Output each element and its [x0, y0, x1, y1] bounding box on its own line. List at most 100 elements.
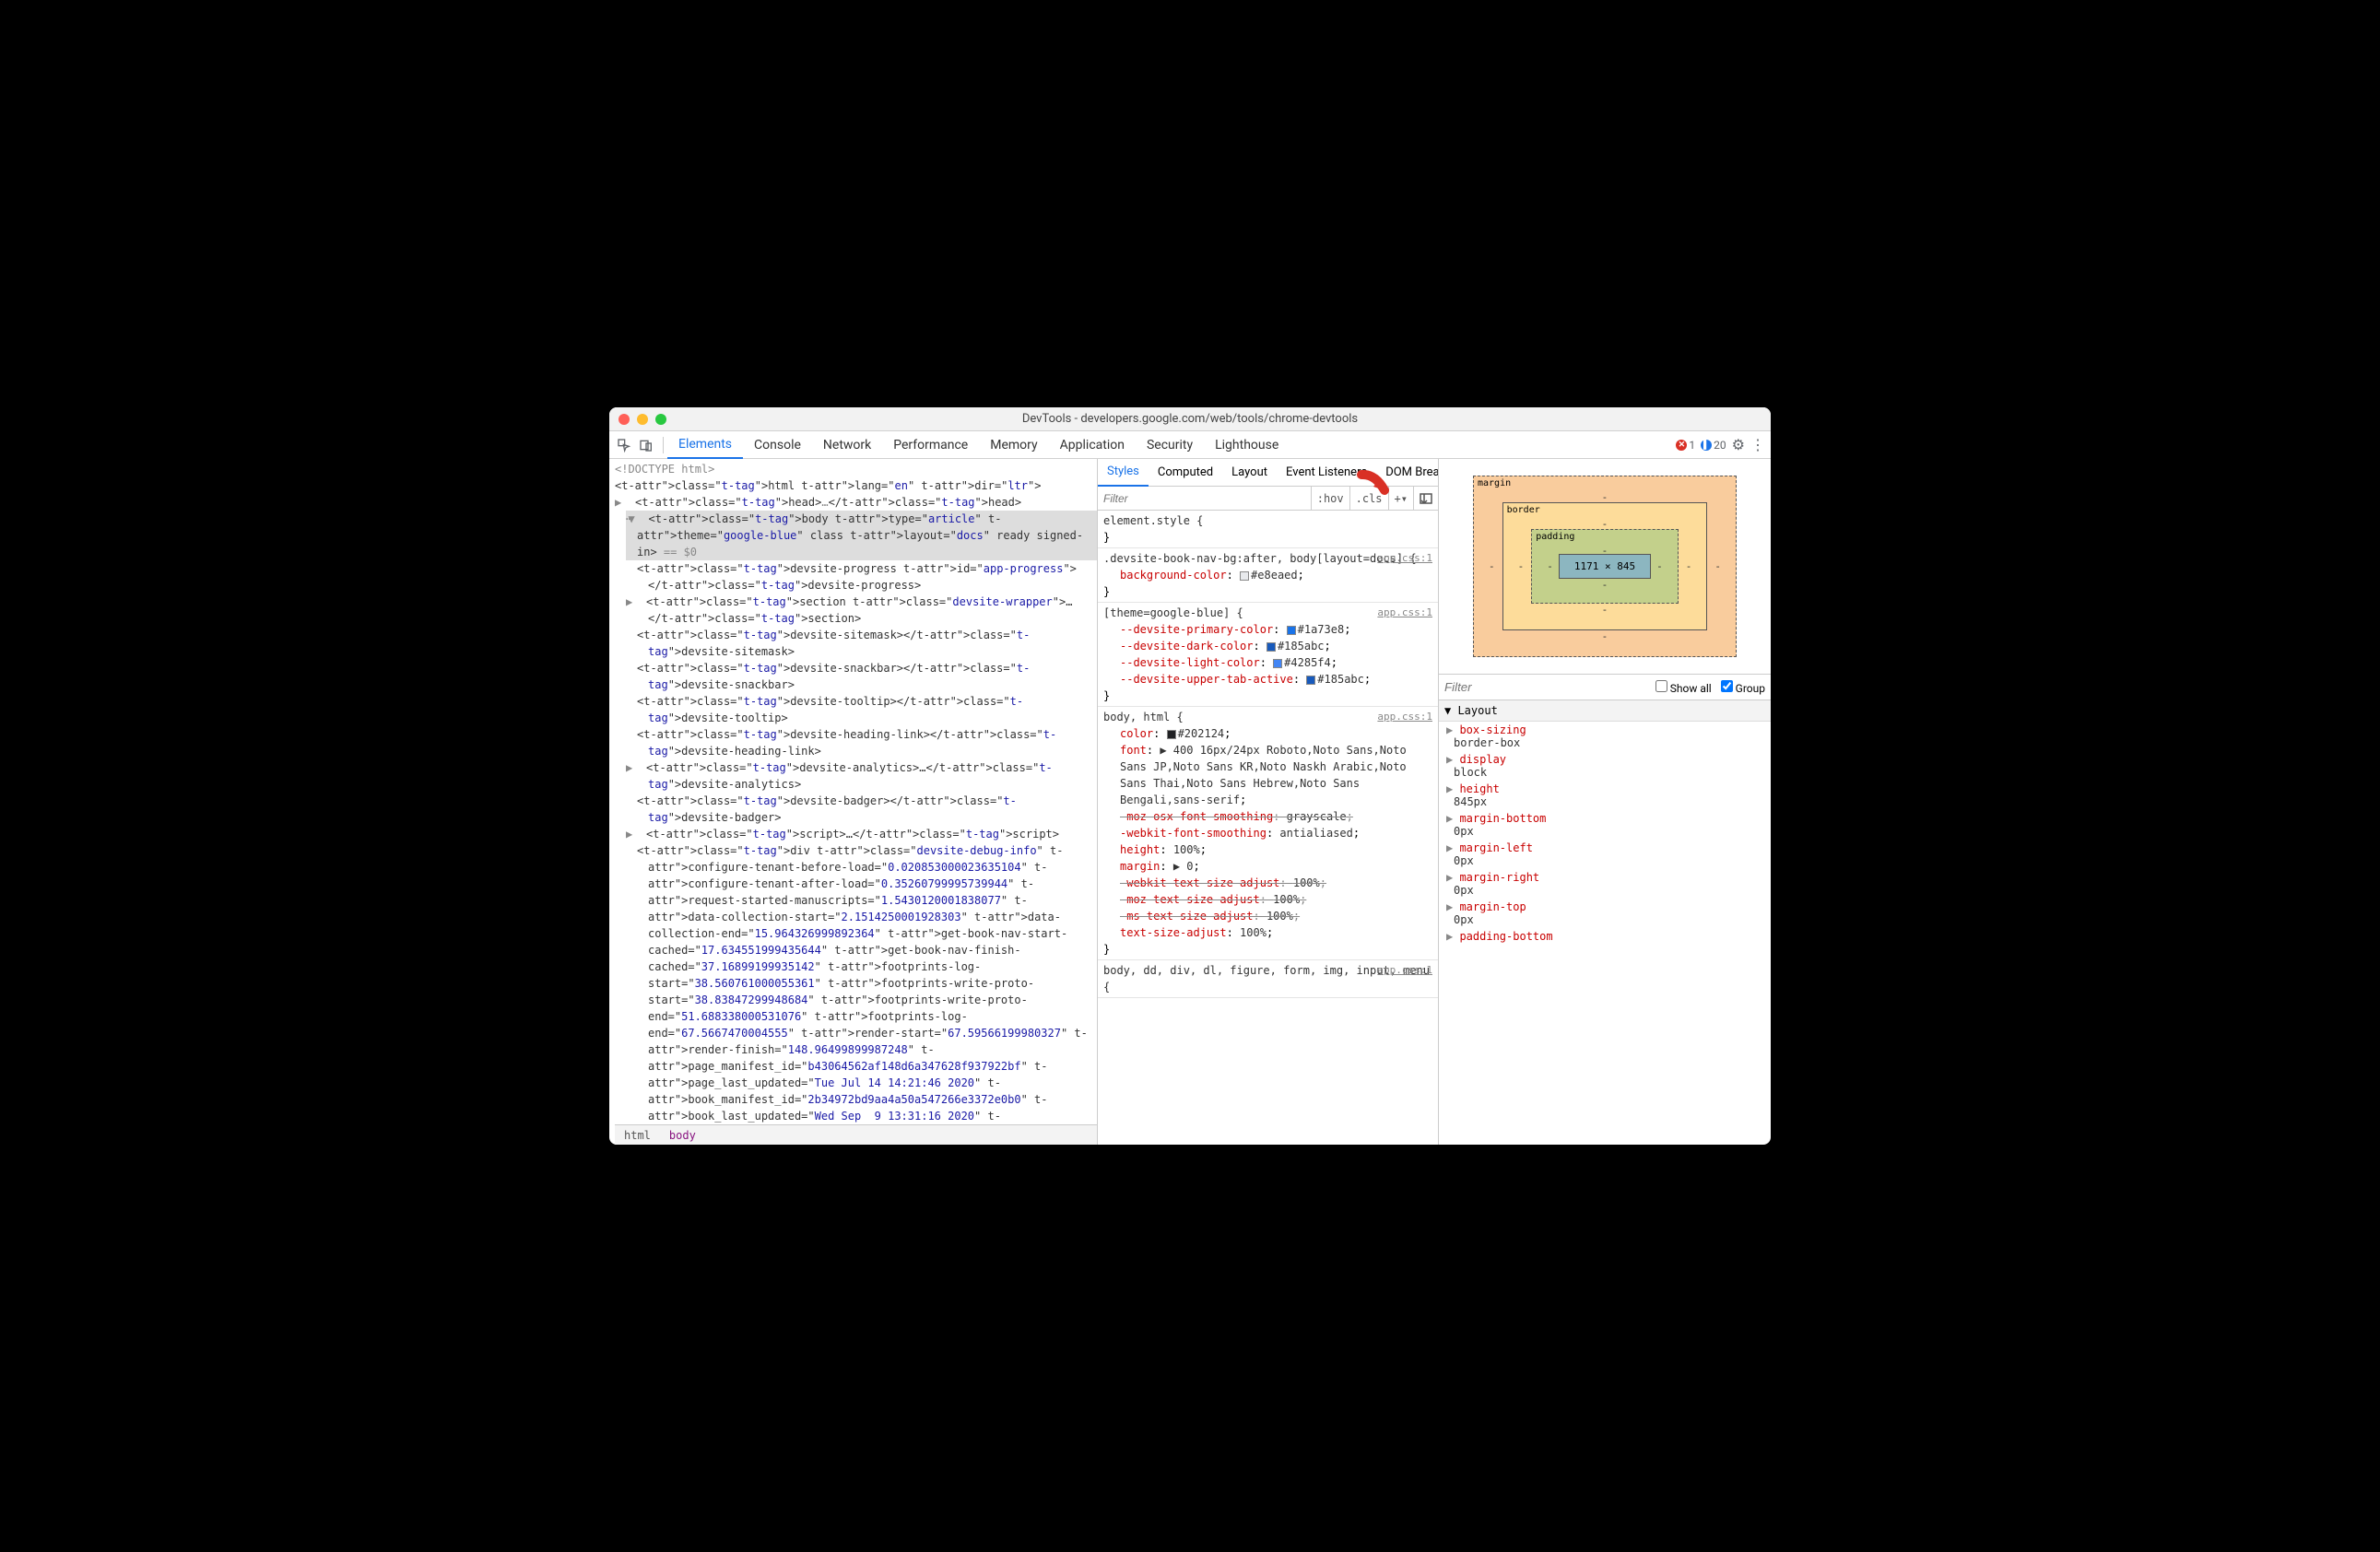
group-checkbox[interactable]: Group: [1721, 680, 1765, 695]
style-declaration[interactable]: text-size-adjust: 100%;: [1103, 924, 1432, 941]
style-declaration[interactable]: height: 100%;: [1103, 841, 1432, 858]
computed-property[interactable]: ▶ displayblock: [1439, 751, 1771, 781]
computed-filter-input[interactable]: [1444, 680, 1646, 694]
tab-application[interactable]: Application: [1049, 431, 1136, 459]
style-declaration[interactable]: -moz-osx-font-smoothing: grayscale;: [1103, 808, 1432, 825]
dom-line[interactable]: ▶<t-attr">class="t-tag">devsite-analytic…: [637, 759, 1097, 793]
style-declaration[interactable]: font: ▶ 400 16px/24px Roboto,Noto Sans,N…: [1103, 742, 1432, 808]
dom-line[interactable]: ▶<t-attr">class="t-tag">head>…</t-attr">…: [626, 494, 1097, 511]
hov-toggle[interactable]: :hov: [1311, 487, 1349, 510]
bm-padding-bottom: -: [1547, 579, 1662, 588]
more-menu-icon[interactable]: ⋮: [1750, 436, 1765, 453]
maximize-window-button[interactable]: [655, 414, 666, 425]
breadcrumb-item[interactable]: html: [615, 1125, 660, 1146]
styles-panel: StylesComputedLayoutEvent ListenersDOM B…: [1098, 459, 1439, 1145]
box-model-margin-label: margin: [1478, 478, 1511, 488]
bm-border-left: -: [1518, 560, 1525, 572]
style-declaration[interactable]: -webkit-text-size-adjust: 100%;: [1103, 875, 1432, 891]
style-declaration[interactable]: margin: ▶ 0;: [1103, 858, 1432, 875]
computed-panel: margin - - border - - padding -: [1439, 459, 1771, 1145]
computed-section-header[interactable]: ▼ Layout: [1439, 700, 1771, 722]
subtab-styles[interactable]: Styles: [1098, 459, 1149, 487]
style-declaration[interactable]: --devsite-light-color: #4285f4;: [1103, 654, 1432, 671]
computed-property[interactable]: ▶ margin-left0px: [1439, 840, 1771, 869]
computed-property[interactable]: ▶ margin-right0px: [1439, 869, 1771, 899]
subtab-computed[interactable]: Computed: [1149, 459, 1222, 487]
style-declaration[interactable]: --devsite-dark-color: #185abc;: [1103, 638, 1432, 654]
bm-margin-bottom: -: [1489, 630, 1721, 641]
bm-border-right: -: [1686, 560, 1692, 572]
dom-line[interactable]: <t-attr">class="t-tag">devsite-badger></…: [637, 793, 1097, 826]
computed-property[interactable]: ▶ box-sizingborder-box: [1439, 722, 1771, 751]
box-model-border-label: border: [1507, 505, 1540, 515]
dom-line[interactable]: <t-attr">class="t-tag">devsite-heading-l…: [637, 726, 1097, 759]
style-rule[interactable]: app.css:1.devsite-book-nav-bg:after, bod…: [1098, 548, 1438, 603]
tab-lighthouse[interactable]: Lighthouse: [1204, 431, 1290, 459]
bm-padding-left: -: [1547, 560, 1553, 572]
dom-line[interactable]: <t-attr">class="t-tag">devsite-tooltip><…: [637, 693, 1097, 726]
style-declaration[interactable]: -ms-text-size-adjust: 100%;: [1103, 908, 1432, 924]
minimize-window-button[interactable]: [637, 414, 648, 425]
message-count: 20: [1714, 439, 1726, 452]
dom-line[interactable]: <t-attr">class="t-tag">devsite-sitemask>…: [637, 627, 1097, 660]
tab-performance[interactable]: Performance: [882, 431, 979, 459]
computed-property[interactable]: ▶ padding-bottom: [1439, 928, 1771, 958]
cls-toggle[interactable]: .cls: [1349, 487, 1388, 510]
error-count-badge[interactable]: ✕ 1: [1676, 439, 1695, 452]
style-rule[interactable]: app.css:1body, html {color: #202124;font…: [1098, 707, 1438, 960]
tab-console[interactable]: Console: [743, 431, 812, 459]
computed-property[interactable]: ▶ margin-bottom0px: [1439, 810, 1771, 840]
new-style-rule-button[interactable]: +▾: [1388, 487, 1413, 510]
style-declaration[interactable]: background-color: #e8eaed;: [1103, 567, 1432, 583]
dom-line[interactable]: <!DOCTYPE html>: [615, 461, 1097, 477]
breadcrumb-item[interactable]: body: [660, 1125, 705, 1146]
computed-filter-bar: Show all Group: [1439, 675, 1771, 700]
inspect-element-icon[interactable]: [615, 436, 633, 454]
rule-source-link[interactable]: app.css:1: [1377, 962, 1432, 979]
device-toggle-icon[interactable]: [637, 436, 655, 454]
tab-elements[interactable]: Elements: [667, 431, 743, 459]
subtab-layout[interactable]: Layout: [1222, 459, 1277, 487]
dom-line[interactable]: <t-attr">class="t-tag">html t-attr">lang…: [615, 477, 1097, 494]
show-all-checkbox[interactable]: Show all: [1655, 680, 1712, 695]
tab-memory[interactable]: Memory: [979, 431, 1048, 459]
styles-filter-input[interactable]: [1098, 490, 1311, 507]
box-model[interactable]: margin - - border - - padding -: [1439, 459, 1771, 675]
breadcrumb[interactable]: htmlbody: [615, 1124, 1097, 1145]
computed-property[interactable]: ▶ height845px: [1439, 781, 1771, 810]
computed-property[interactable]: ▶ margin-top0px: [1439, 899, 1771, 928]
style-declaration[interactable]: color: #202124;: [1103, 725, 1432, 742]
dom-line[interactable]: ▶<t-attr">class="t-tag">section t-attr">…: [637, 594, 1097, 627]
dom-line[interactable]: <t-attr">class="t-tag">devsite-snackbar>…: [637, 660, 1097, 693]
style-declaration[interactable]: --devsite-upper-tab-active: #185abc;: [1103, 671, 1432, 688]
subtab-event-listeners[interactable]: Event Listeners: [1277, 459, 1376, 487]
tab-security[interactable]: Security: [1136, 431, 1204, 459]
close-window-button[interactable]: [619, 414, 630, 425]
subtab-dom-breakpoints[interactable]: DOM Breakpoints: [1376, 459, 1439, 487]
rule-source-link[interactable]: app.css:1: [1377, 709, 1432, 725]
box-model-content: 1171 × 845: [1559, 554, 1651, 579]
dom-line[interactable]: <t-attr">class="t-tag">div t-attr">class…: [637, 842, 1097, 1124]
dom-line[interactable]: ▶<t-attr">class="t-tag">script>…</t-attr…: [637, 826, 1097, 842]
computed-properties[interactable]: ▼ Layout ▶ box-sizingborder-box▶ display…: [1439, 700, 1771, 1145]
style-declaration[interactable]: --devsite-primary-color: #1a73e8;: [1103, 621, 1432, 638]
dom-line[interactable]: ⋯ ▼<t-attr">class="t-tag">body t-attr">t…: [626, 511, 1097, 560]
style-rule[interactable]: app.css:1[theme=google-blue] {--devsite-…: [1098, 603, 1438, 707]
main-toolbar: ElementsConsoleNetworkPerformanceMemoryA…: [609, 431, 1771, 459]
styles-toolbar: :hov .cls +▾: [1098, 487, 1438, 511]
dom-tree[interactable]: <!DOCTYPE html><t-attr">class="t-tag">ht…: [615, 461, 1097, 1124]
style-rules[interactable]: element.style {}app.css:1.devsite-book-n…: [1098, 511, 1438, 1145]
rule-source-link[interactable]: app.css:1: [1377, 605, 1432, 621]
style-declaration[interactable]: -webkit-font-smoothing: antialiased;: [1103, 825, 1432, 841]
style-rule[interactable]: element.style {}: [1098, 511, 1438, 548]
bm-margin-right: -: [1714, 560, 1721, 572]
style-declaration[interactable]: -moz-text-size-adjust: 100%;: [1103, 891, 1432, 908]
settings-icon[interactable]: ⚙: [1732, 436, 1745, 453]
message-count-badge[interactable]: ▌ 20: [1701, 439, 1726, 452]
rule-source-link[interactable]: app.css:1: [1377, 550, 1432, 567]
tab-network[interactable]: Network: [812, 431, 882, 459]
dom-line[interactable]: <t-attr">class="t-tag">devsite-progress …: [637, 560, 1097, 594]
style-rule[interactable]: app.css:1body, dd, div, dl, figure, form…: [1098, 960, 1438, 998]
traffic-lights: [609, 414, 666, 425]
computed-toggle-icon[interactable]: [1413, 487, 1438, 510]
